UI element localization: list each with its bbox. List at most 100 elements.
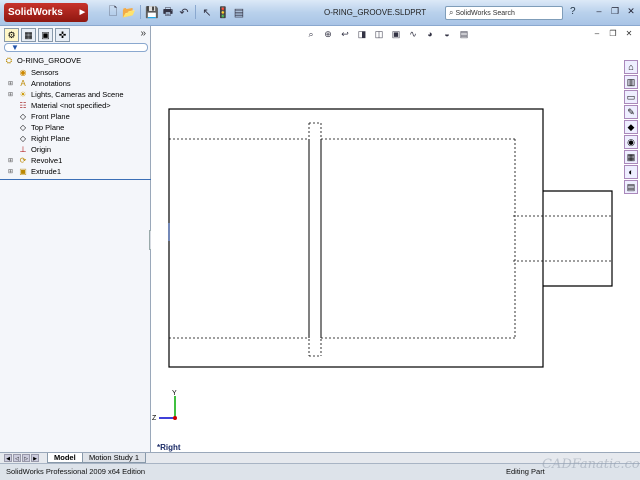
lights-icon: ☀ — [19, 90, 27, 99]
tree-item-front-plane[interactable]: ◇ Front Plane — [8, 111, 70, 122]
sensor-icon: ◉ — [19, 68, 27, 77]
part-drawing: Y Z — [152, 108, 613, 422]
dimxpert-manager-tab[interactable]: ✜ — [55, 28, 70, 42]
tree-item-revolve1[interactable]: ⊞ ⟳ Revolve1 — [8, 155, 62, 166]
document-recovery-icon[interactable]: ▤ — [624, 180, 638, 194]
app-logo: SolidWorks — [8, 7, 63, 18]
tree-item-label: Material <not specified> — [31, 101, 111, 110]
help-icon[interactable]: ? — [570, 6, 576, 17]
search-icon: ⌕ — [449, 8, 454, 17]
tree-item-lights[interactable]: ⊞ ☀ Lights, Cameras and Scene — [8, 89, 124, 100]
filter-icon: ▼ — [11, 43, 19, 52]
viewport-close-button[interactable]: ✕ — [624, 29, 634, 39]
search-results-icon[interactable]: ✎ — [624, 105, 638, 119]
triad-origin — [173, 416, 177, 420]
search-input[interactable]: ⌕ SolidWorks Search — [445, 6, 563, 20]
tree-item-label: Annotations — [31, 79, 71, 88]
print-icon[interactable]: 🖶 — [161, 5, 175, 19]
expand-icon[interactable]: ⊞ — [8, 80, 15, 87]
open-icon[interactable]: 📂 — [122, 5, 136, 19]
custom-properties-icon[interactable]: ▦ — [624, 150, 638, 164]
viewport-minimize-button[interactable]: – — [592, 29, 602, 39]
expand-icon[interactable]: ⊞ — [8, 91, 15, 98]
view-settings-icon[interactable]: ▤ — [458, 28, 470, 40]
zoom-area-icon[interactable]: ⊕ — [322, 28, 334, 40]
tree-item-top-plane[interactable]: ◇ Top Plane — [8, 122, 64, 133]
resources-icon[interactable]: ⌂ — [624, 60, 638, 74]
stub-outline — [543, 190, 613, 287]
expand-icon[interactable]: ⊞ — [8, 157, 15, 164]
rebuild-icon[interactable]: 🚦 — [216, 5, 230, 19]
plane-icon: ◇ — [19, 123, 27, 132]
feature-manager-panel: ⚙ ▦ ▣ ✜ » ▼ ⛭ O-RING_GROOVE ◉ Sensors ⊞ … — [0, 26, 151, 452]
material-icon: ☷ — [19, 101, 27, 110]
graphics-area[interactable]: Y Z ⌕ ⊕ ↩ ◨ ◫ ▣ ∿ ◕ ◒ ▤ – ❐ ✕ ⌂ ▥ ▭ ✎ ◆ … — [151, 26, 640, 452]
apply-scene-icon[interactable]: ◒ — [441, 28, 453, 40]
view-orientation-icon[interactable]: ◫ — [373, 28, 385, 40]
prev-tab-button[interactable]: ◁ — [13, 454, 21, 462]
hide-show-icon[interactable]: ∿ — [407, 28, 419, 40]
select-icon[interactable]: ↖ — [200, 5, 214, 19]
tree-item-extrude1[interactable]: ⊞ ▣ Extrude1 — [8, 166, 61, 177]
undo-icon[interactable]: ↶ — [177, 5, 191, 19]
tree-item-right-plane[interactable]: ◇ Right Plane — [8, 133, 70, 144]
view-palette-icon[interactable]: ◆ — [624, 120, 638, 134]
extrude-icon: ▣ — [19, 167, 27, 176]
first-tab-button[interactable]: ◀ — [4, 454, 12, 462]
appearances-icon[interactable]: ◉ — [624, 135, 638, 149]
task-pane-tabs: ⌂ ▥ ▭ ✎ ◆ ◉ ▦ ◐ ▤ — [624, 60, 640, 210]
options-icon[interactable]: ▤ — [232, 5, 246, 19]
annotations-icon: A — [20, 79, 26, 88]
feature-tree: ⛭ O-RING_GROOVE ◉ Sensors ⊞ A Annotation… — [4, 55, 149, 180]
solidworks-forum-icon[interactable]: ◐ — [624, 165, 638, 179]
status-product: SolidWorks Professional 2009 x64 Edition — [6, 467, 146, 476]
tab-motion-study-1[interactable]: Motion Study 1 — [82, 453, 147, 463]
next-tab-button[interactable]: ▷ — [22, 454, 30, 462]
triad-y-label: Y — [172, 390, 177, 397]
section-view-icon[interactable]: ◨ — [356, 28, 368, 40]
tree-filter-input[interactable]: ▼ — [4, 43, 148, 52]
feature-manager-tab[interactable]: ⚙ — [4, 28, 19, 42]
tree-item-material[interactable]: ☷ Material <not specified> — [8, 100, 111, 111]
tree-item-sensors[interactable]: ◉ Sensors — [8, 67, 59, 78]
plane-icon: ◇ — [19, 112, 27, 121]
panel-expand-icon[interactable]: » — [140, 28, 146, 39]
origin-icon: ⊥ — [19, 145, 27, 154]
document-title: O-RING_GROOVE.SLDPRT — [324, 8, 427, 17]
viewport-controls: – ❐ ✕ — [592, 29, 634, 39]
tree-root-label: O-RING_GROOVE — [17, 56, 82, 65]
file-explorer-icon[interactable]: ▭ — [624, 90, 638, 104]
main-body-outline — [168, 108, 544, 368]
close-button[interactable]: ✕ — [626, 6, 636, 16]
tree-item-origin[interactable]: ⊥ Origin — [8, 144, 52, 155]
tab-model[interactable]: Model — [47, 453, 83, 463]
tree-item-label: Revolve1 — [31, 156, 63, 165]
rollback-bar[interactable] — [0, 179, 151, 180]
solidworks-menu-button[interactable]: SolidWorks ▶ — [4, 3, 88, 22]
configuration-manager-tab[interactable]: ▣ — [38, 28, 53, 42]
minimize-button[interactable]: – — [594, 6, 604, 16]
viewport-restore-button[interactable]: ❐ — [608, 29, 618, 39]
tree-item-label: Sensors — [31, 68, 59, 77]
design-library-icon[interactable]: ▥ — [624, 75, 638, 89]
tree-item-label: Top Plane — [31, 123, 65, 132]
zoom-to-fit-icon[interactable]: ⌕ — [305, 28, 317, 40]
manager-tabs: ⚙ ▦ ▣ ✜ — [4, 28, 70, 42]
last-tab-button[interactable]: ▶ — [31, 454, 39, 462]
display-style-icon[interactable]: ▣ — [390, 28, 402, 40]
window-controls: – ❐ ✕ — [594, 6, 636, 16]
expand-icon[interactable]: ⊞ — [8, 168, 15, 175]
property-manager-tab[interactable]: ▦ — [21, 28, 36, 42]
previous-view-icon[interactable]: ↩ — [339, 28, 351, 40]
edit-appearance-icon[interactable]: ◕ — [424, 28, 436, 40]
restore-button[interactable]: ❐ — [610, 6, 620, 16]
menu-expand-icon: ▶ — [79, 9, 85, 16]
new-icon[interactable]: 🗋 — [106, 5, 120, 19]
save-icon[interactable]: 💾 — [145, 5, 159, 19]
part-icon: ⛭ — [5, 55, 13, 65]
tree-item-annotations[interactable]: ⊞ A Annotations — [8, 78, 71, 89]
tree-root[interactable]: ⛭ O-RING_GROOVE — [4, 55, 81, 66]
tree-item-label: Right Plane — [31, 134, 70, 143]
search-placeholder: SolidWorks Search — [455, 10, 515, 17]
revolve-icon: ⟳ — [19, 156, 27, 165]
